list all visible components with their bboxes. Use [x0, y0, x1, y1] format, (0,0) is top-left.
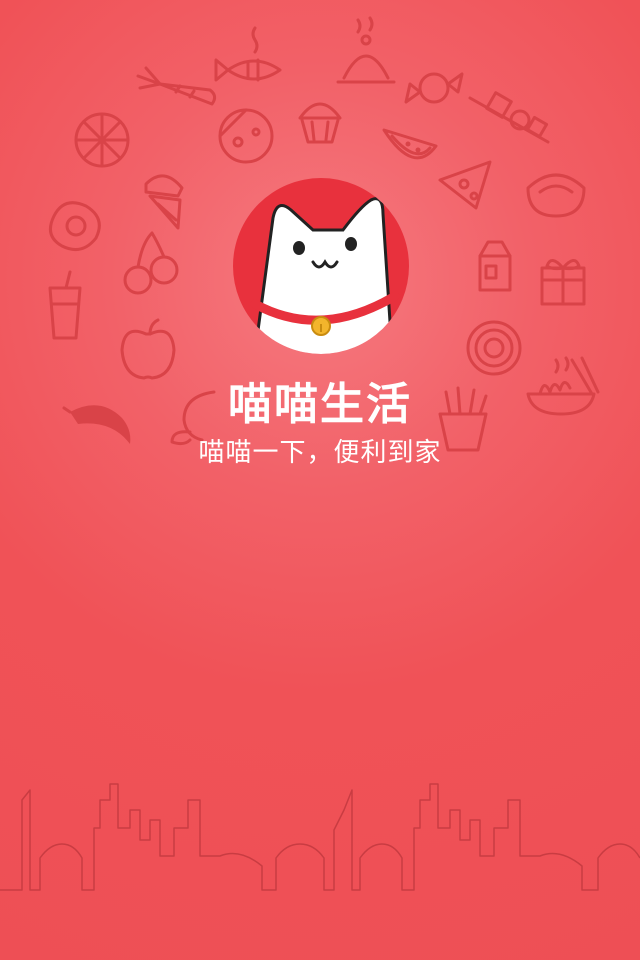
cheese-icon — [218, 108, 274, 164]
app-title: 喵喵生活 — [228, 379, 412, 430]
dumpling-icon — [526, 173, 586, 218]
dish-cover-icon — [336, 16, 396, 84]
milk-icon — [478, 240, 512, 292]
donut-icon — [466, 320, 522, 376]
ice-cream-icon — [144, 174, 184, 230]
fish-icon — [214, 26, 282, 82]
pizza-icon — [438, 160, 492, 210]
cherry-icon — [123, 231, 179, 295]
carrot-icon — [136, 66, 217, 106]
candy-icon — [404, 72, 464, 104]
drink-cup-icon — [48, 270, 82, 340]
gift-icon — [540, 259, 586, 306]
splash-screen: 喵喵生活 喵喵一下，便利到家 — [0, 0, 640, 960]
lemon-icon — [74, 112, 130, 168]
city-skyline-icon — [0, 783, 640, 891]
cat-mascot-icon — [233, 178, 409, 354]
kebab-icon — [468, 91, 550, 144]
egg-icon — [48, 201, 101, 252]
watermelon-icon — [382, 128, 438, 160]
cupcake-icon — [298, 102, 342, 144]
app-slogan: 喵喵一下，便利到家 — [198, 438, 442, 468]
